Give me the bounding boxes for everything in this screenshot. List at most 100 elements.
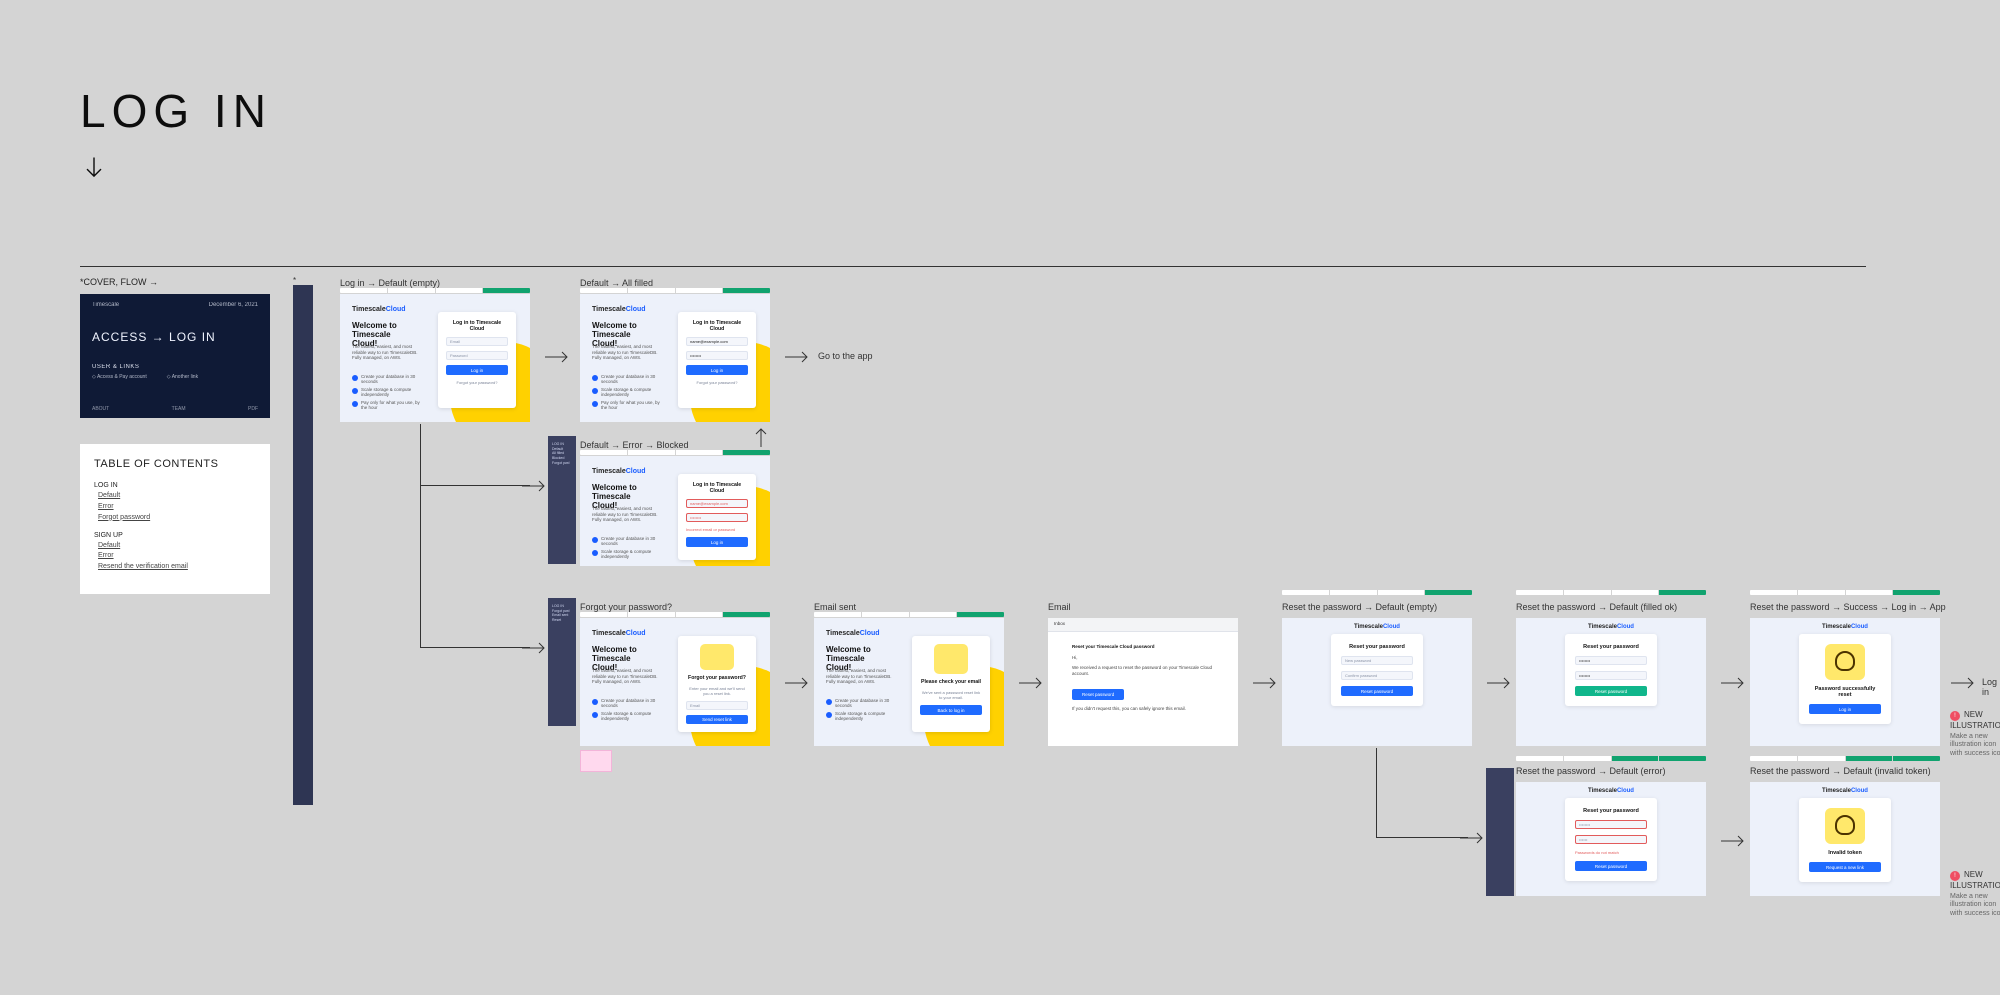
arrow-right-icon xyxy=(1018,676,1044,695)
welcome-blurb: The fastest, easiest, and most reliable … xyxy=(592,344,660,361)
frame-label: Email sent xyxy=(814,602,856,612)
flow-connector xyxy=(1376,748,1468,838)
reset-button[interactable]: Reset password xyxy=(1575,861,1647,871)
cover-date: December 6, 2021 xyxy=(209,302,258,308)
cover-foot-2: TEAM xyxy=(172,406,186,412)
toc-title: TABLE OF CONTENTS xyxy=(94,458,256,470)
success-illustration-icon xyxy=(1825,644,1865,680)
page-title: LOG IN xyxy=(80,84,272,138)
token-strip[interactable] xyxy=(293,285,313,805)
forgot-password-link[interactable]: Forgot your password? xyxy=(446,380,508,385)
new-password-field[interactable]: New password xyxy=(1341,656,1413,665)
confirm-password-field[interactable]: •••••••• xyxy=(1575,671,1647,680)
confirm-password-field[interactable]: •••••• xyxy=(1575,835,1647,844)
login-button[interactable]: Log in xyxy=(1809,704,1881,714)
toc-item[interactable]: Default xyxy=(98,541,256,552)
feature-bullets: Create your database in 30 seconds Scale… xyxy=(352,374,422,413)
confirm-password-field[interactable]: Confirm password xyxy=(1341,671,1413,680)
screen-email-sent[interactable]: TimescaleCloud Welcome to Timescale Clou… xyxy=(814,618,1004,746)
annotation: !NEW ILLUSTRATION Make a new illustratio… xyxy=(1950,870,2000,918)
email-subject: Reset your Timescale Cloud password xyxy=(1072,644,1214,649)
email-field[interactable]: Email xyxy=(446,337,508,346)
password-field[interactable]: •••••••• xyxy=(686,513,748,522)
toc-item[interactable]: Error xyxy=(98,502,256,513)
toc-item[interactable]: Default xyxy=(98,491,256,502)
screen-reset-invalid-token[interactable]: TimescaleCloud Invalid token Request a n… xyxy=(1750,782,1940,896)
mini-side-rail: LOG IN Forgot pwd Email sent Reset xyxy=(548,598,576,726)
arrow-right-icon xyxy=(784,350,810,369)
arrow-right-icon xyxy=(521,641,547,660)
cover-frame[interactable]: Timescale December 6, 2021 ACCESS → LOG … xyxy=(80,294,270,418)
cover-foot-1: ABOUT xyxy=(92,406,109,412)
annotation: !NEW ILLUSTRATION Make a new illustratio… xyxy=(1950,710,2000,758)
flow-note-go-to-app: Go to the app xyxy=(818,351,873,361)
screen-reset-error[interactable]: TimescaleCloud Reset your password •••••… xyxy=(1516,782,1706,896)
cover-title: ACCESS → LOG IN xyxy=(92,330,258,344)
login-button[interactable]: Log in xyxy=(686,537,748,547)
screen-login-error[interactable]: TimescaleCloud Welcome to Timescale Clou… xyxy=(580,456,770,566)
cover-subhead: USER & LINKS xyxy=(92,364,258,370)
character-illustration-icon xyxy=(934,644,968,674)
mini-side-rail: LOG IN Default All filled Blocked Forgot… xyxy=(548,436,576,564)
arrow-right-icon xyxy=(784,676,810,695)
email-field[interactable]: name@example.com xyxy=(686,337,748,346)
error-message: Passwords do not match xyxy=(1575,850,1647,855)
email-header: Inbox xyxy=(1048,618,1238,632)
arrow-up-icon xyxy=(754,426,768,453)
arrow-right-icon xyxy=(1486,676,1512,695)
request-new-link-button[interactable]: Request a new link xyxy=(1809,862,1881,872)
cover-label: *COVER, FLOW → xyxy=(80,277,158,287)
login-button[interactable]: Log in xyxy=(446,365,508,375)
mini-side-rail xyxy=(1486,768,1514,896)
new-password-field[interactable]: •••••••• xyxy=(1575,656,1647,665)
frame-label: Default → All filled xyxy=(580,278,653,288)
frame-label: Reset the password → Default (filled ok) xyxy=(1516,602,1677,612)
email-reset-button[interactable]: Reset password xyxy=(1072,689,1124,700)
screen-forgot-password[interactable]: TimescaleCloud Welcome to Timescale Clou… xyxy=(580,618,770,746)
arrow-right-icon xyxy=(1720,834,1746,853)
email-field[interactable]: Email xyxy=(686,701,748,710)
cover-foot-3: PDF xyxy=(248,406,258,412)
screen-email-client[interactable]: Inbox Reset your Timescale Cloud passwor… xyxy=(1048,618,1238,746)
frame-label: Log in → Default (empty) xyxy=(340,278,440,288)
arrow-down-icon xyxy=(80,154,108,187)
warning-illustration-icon xyxy=(1825,808,1865,844)
email-field[interactable]: name@example.com xyxy=(686,499,748,508)
back-to-login-button[interactable]: Back to log in xyxy=(920,705,982,715)
toc-item[interactable]: Error xyxy=(98,551,256,562)
screen-login-filled[interactable]: TimescaleCloud Welcome to Timescale Clou… xyxy=(580,294,770,422)
arrow-right-icon xyxy=(1252,676,1278,695)
reset-button[interactable]: Reset password xyxy=(1575,686,1647,696)
toc-group-login: LOG IN xyxy=(94,482,256,489)
toc-item[interactable]: Resend the verification email xyxy=(98,562,256,573)
screen-login-default[interactable]: TimescaleCloud Welcome to Timescale Clou… xyxy=(340,294,530,422)
frame-label: Default → Error → Blocked xyxy=(580,440,689,450)
section-divider xyxy=(80,266,1866,267)
token-strip-label: * xyxy=(293,276,296,285)
toc-item[interactable]: Forgot password xyxy=(98,513,256,524)
login-button[interactable]: Log in xyxy=(686,365,748,375)
cover-link-1: Access & Pay account xyxy=(92,374,147,380)
screen-reset-filled[interactable]: TimescaleCloud Reset your password •••••… xyxy=(1516,618,1706,746)
flow-connector xyxy=(420,424,530,648)
toc-frame[interactable]: TABLE OF CONTENTS LOG IN Default Error F… xyxy=(80,444,270,594)
new-password-field[interactable]: •••••••• xyxy=(1575,820,1647,829)
forgot-password-link[interactable]: Forgot your password? xyxy=(686,380,748,385)
password-field[interactable]: •••••••• xyxy=(686,351,748,360)
error-message: Incorrect email or password xyxy=(686,527,748,532)
frame-label: Reset the password → Default (invalid to… xyxy=(1750,766,1931,776)
cover-logo: Timescale xyxy=(92,302,119,308)
arrow-right-icon xyxy=(544,350,570,369)
screen-reset-empty[interactable]: TimescaleCloud Reset your password New p… xyxy=(1282,618,1472,746)
send-reset-button[interactable]: Send reset link xyxy=(686,715,748,724)
password-field[interactable]: Password xyxy=(446,351,508,360)
character-illustration-icon xyxy=(700,644,734,670)
toc-group-signup: SIGN UP xyxy=(94,532,256,539)
login-card: Log in to Timescale Cloud Email Password… xyxy=(438,312,516,408)
screen-reset-success[interactable]: TimescaleCloud Password successfully res… xyxy=(1750,618,1940,746)
reset-button[interactable]: Reset password xyxy=(1341,686,1413,696)
flow-note-login: Log in xyxy=(1982,677,2000,697)
sticky-note[interactable] xyxy=(580,750,612,772)
frame-label: Forgot your password? xyxy=(580,602,672,612)
frame-label: Reset the password → Default (error) xyxy=(1516,766,1666,776)
